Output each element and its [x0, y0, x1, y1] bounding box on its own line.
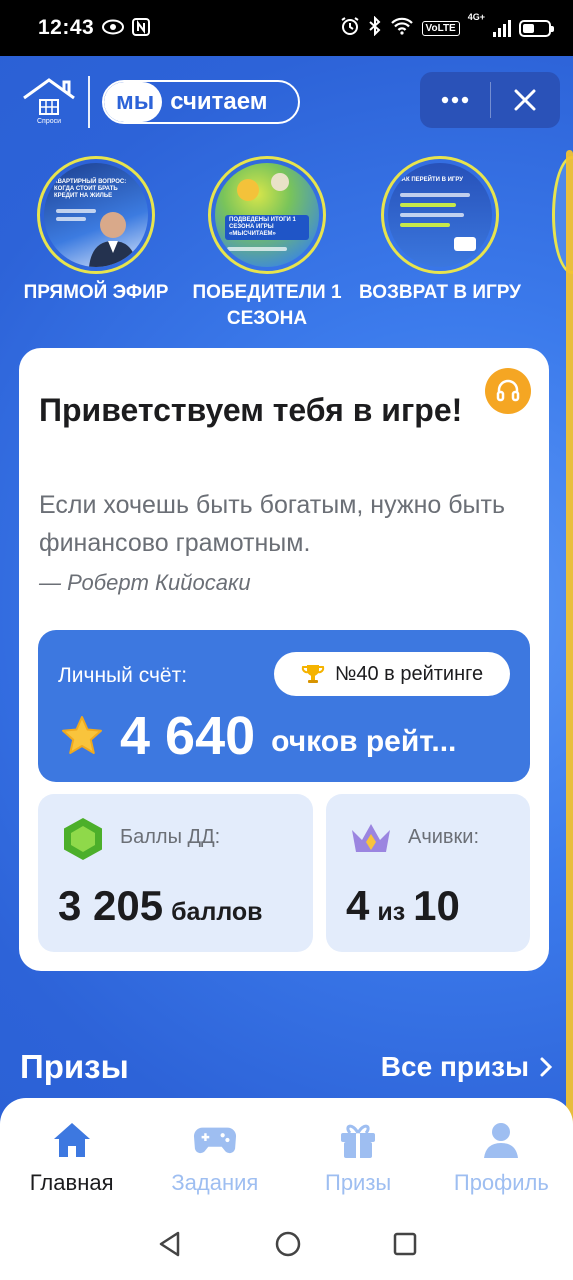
brand-logo: мы считаем [102, 80, 300, 124]
medal-icon [271, 173, 289, 191]
story-thumbnail: КАК ПЕРЕЙТИ В ИГРУ [388, 163, 492, 267]
rank-badge[interactable]: №40 в рейтинге [274, 652, 510, 696]
achievements-label: Ачивки: [408, 826, 480, 848]
dd-label: Баллы ДД: [120, 826, 221, 848]
profile-icon [479, 1120, 523, 1160]
score-unit: очков рейт... [271, 725, 457, 758]
story-preview-line [400, 223, 450, 227]
close-button[interactable] [491, 72, 561, 128]
support-button[interactable] [485, 368, 531, 414]
achievements-of: из [377, 898, 406, 926]
app-header: Спроси мы считаем [0, 56, 573, 146]
gift-icon [336, 1120, 380, 1160]
green-gem-icon [64, 818, 102, 860]
score-label: Личный счёт: [58, 664, 188, 687]
welcome-card: Приветствуем тебя в игре! Если хочешь бы… [19, 348, 549, 971]
story-ring: ПОДВЕДЕНЫ ИТОГИ 1 СЕЗОНА ИГРЫ «МЫСЧИТАЕМ… [208, 156, 326, 274]
nfc-icon [132, 17, 151, 39]
story-preview-line [400, 203, 456, 207]
tab-profile[interactable]: Профиль [430, 1098, 573, 1208]
dd-unit: баллов [171, 898, 263, 926]
welcome-title: Приветствуем тебя в игре! [39, 392, 463, 428]
battery-icon [519, 19, 554, 37]
achievements-value-row: 4 из 10 [346, 882, 460, 930]
headset-icon [496, 379, 520, 402]
story-preview-text: КАК ПЕРЕЙТИ В ИГРУ [398, 177, 463, 183]
star-icon [62, 716, 102, 754]
tab-prizes[interactable]: Призы [287, 1098, 430, 1208]
network-type: 4G+ [467, 11, 485, 22]
wifi-icon [390, 17, 414, 40]
tab-label: Задания [171, 1170, 259, 1195]
dd-value: 3 205 [58, 882, 164, 929]
quote-author: — Роберт Кийосаки [39, 570, 251, 595]
story-label: ВОЗВРАТ В ИГРУ [359, 282, 521, 303]
scroll-indicator [566, 150, 573, 1150]
story-return[interactable]: КАК ПЕРЕЙТИ В ИГРУ ВОЗВРАТ В ИГРУ [355, 156, 525, 306]
dd-value-row: 3 205 баллов [58, 882, 263, 930]
story-live[interactable]: КВАРТИРНЫЙ ВОПРОС: КОГДА СТОИТ БРАТЬ КРЕ… [11, 156, 181, 306]
logo-divider [88, 76, 90, 128]
gamepad-icon [193, 1120, 237, 1160]
back-icon[interactable] [156, 1230, 184, 1258]
tab-tasks[interactable]: Задания [143, 1098, 286, 1208]
personal-score-card[interactable]: Личный счёт: №40 в рейтинге 4 640 очков … [38, 630, 530, 782]
bottom-tab-bar: Главная Задания Призы Профиль [0, 1098, 573, 1208]
chevron-right-icon [540, 1057, 553, 1077]
story-ring: КВАРТИРНЫЙ ВОПРОС: КОГДА СТОИТ БРАТЬ КРЕ… [37, 156, 155, 274]
stories-carousel: КВАРТИРНЫЙ ВОПРОС: КОГДА СТОИТ БРАТЬ КРЕ… [0, 156, 573, 336]
prizes-header: Призы Все призы [20, 1048, 553, 1086]
story-preview-text: ПОДВЕДЕНЫ ИТОГИ 1 СЕЗОНА ИГРЫ «МЫСЧИТАЕМ… [225, 215, 309, 240]
dd-points-card[interactable]: Баллы ДД: 3 205 баллов [38, 794, 313, 952]
story-label: ПОБЕДИТЕЛИ 1 СЕЗОНА [192, 282, 342, 329]
story-preview-line [400, 193, 470, 197]
brand-part1: мы [104, 82, 163, 122]
bluetooth-icon [368, 15, 382, 41]
tab-label: Главная [29, 1170, 114, 1195]
alarm-icon [340, 16, 360, 41]
status-bar: 12:43 VoLTE 4G+ [0, 0, 573, 56]
all-prizes-link[interactable]: Все призы [381, 1051, 553, 1083]
volte-badge: VoLTE [421, 20, 460, 36]
close-icon [514, 89, 536, 111]
tab-label: Призы [325, 1170, 392, 1195]
story-label: ПРЯМОЙ ЭФИР [23, 282, 169, 303]
medal-icon [237, 179, 259, 201]
prizes-title: Призы [20, 1048, 129, 1085]
eye-icon [102, 19, 125, 38]
story-thumbnail: КВАРТИРНЫЙ ВОПРОС: КОГДА СТОИТ БРАТЬ КРЕ… [44, 163, 148, 267]
quote-text: Если хочешь быть богатым, нужно быть фин… [39, 491, 506, 557]
score-row: 4 640 очков рейт... [60, 708, 471, 764]
story-preview-line [400, 213, 464, 217]
score-value: 4 640 [120, 706, 256, 766]
tab-label: Профиль [453, 1170, 549, 1195]
story-preview-text: КВАРТИРНЫЙ ВОПРОС: КОГДА СТОИТ БРАТЬ КРЕ… [54, 179, 127, 199]
status-time: 12:43 [38, 16, 95, 39]
system-nav-bar [0, 1208, 573, 1280]
story-preview-line [227, 247, 287, 251]
trophy-icon [301, 665, 325, 683]
tab-home[interactable]: Главная [0, 1098, 143, 1208]
mini-app-menu-capsule [420, 72, 560, 128]
device-icon [454, 237, 476, 251]
crown-icon [352, 824, 390, 852]
story-preview-line [56, 217, 86, 221]
speaker-portrait [86, 203, 140, 267]
achievements-value: 4 [346, 882, 370, 929]
more-button[interactable] [420, 72, 490, 128]
story-thumbnail: ПОДВЕДЕНЫ ИТОГИ 1 СЕЗОНА ИГРЫ «МЫСЧИТАЕМ… [215, 163, 319, 267]
recents-icon[interactable] [392, 1231, 418, 1257]
story-ring: КАК ПЕРЕЙТИ В ИГРУ [381, 156, 499, 274]
home-icon [50, 1120, 94, 1160]
signal-icon [493, 19, 511, 37]
achievements-total: 10 [413, 882, 460, 929]
brand-part2: считаем [170, 88, 268, 115]
achievements-card[interactable]: Ачивки: 4 из 10 [326, 794, 530, 952]
logo-caption: Спроси [36, 118, 62, 125]
home-nav-icon[interactable] [274, 1230, 302, 1258]
all-prizes-label: Все призы [380, 1051, 529, 1082]
story-winners[interactable]: ПОДВЕДЕНЫ ИТОГИ 1 СЕЗОНА ИГРЫ «МЫСЧИТАЕМ… [182, 156, 352, 332]
more-dots-icon [441, 96, 468, 104]
rank-text: №40 в рейтинге [334, 662, 484, 685]
